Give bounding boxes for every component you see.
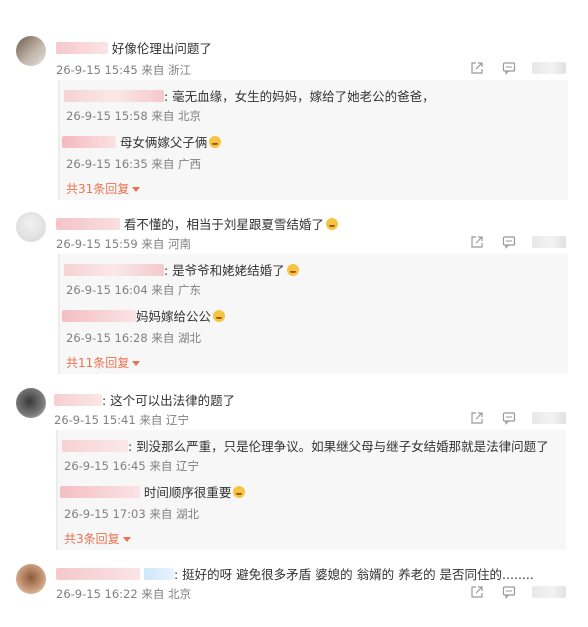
more-replies-link[interactable]: 共11条回复 [66,354,141,371]
share-icon[interactable] [470,585,484,599]
share-icon[interactable] [470,61,484,75]
username-blurred[interactable] [64,263,164,276]
comment-meta: 26-9-15 15:41 来自 辽宁 [54,413,189,427]
reply-item: 时间顺序很重要 [60,482,246,501]
avatar[interactable] [16,564,46,594]
comment-meta: 26-9-15 16:22 来自 北京 [56,587,191,601]
more-replies-link[interactable]: 共3条回复 [64,530,131,547]
comment-icon[interactable] [502,235,516,249]
avatar[interactable] [16,36,46,66]
reply-item: : 是爷爷和姥姥结婚了 [64,260,299,279]
reply-text: 妈妈嫁给公公 [136,309,212,324]
reply-item: : 到没那么严重，只是伦理争议。如果继父母与继子女结婚那就是法律问题了 [62,436,549,455]
face-emoji-icon [286,263,299,276]
reply-item: 母女俩嫁父子俩 [62,132,222,151]
caret-down-icon [122,537,131,542]
caret-down-icon [132,361,141,366]
comment-icon[interactable] [502,411,516,425]
username-blurred[interactable] [56,217,120,230]
reply-box: : 毫无血缘，女生的妈妈，嫁给了她老公的爸爸， 26-9-15 15:58 来自… [58,80,568,200]
reply-item: 妈妈嫁给公公 [62,306,226,325]
reply-text: 母女俩嫁父子俩 [119,135,208,150]
comment-icon[interactable] [502,61,516,75]
reply-item: : 毫无血缘，女生的妈妈，嫁给了她老公的爸爸， [64,86,435,105]
like-count-blurred[interactable] [532,585,566,598]
username-blurred[interactable] [56,41,108,54]
avatar[interactable] [16,212,46,242]
username-blurred[interactable] [62,309,136,322]
reply-box: : 是爷爷和姥姥结婚了 26-9-15 16:04 来自 广东 妈妈嫁给公公 2… [58,254,568,374]
comment-meta: 26-9-15 15:45 来自 浙江 [56,63,191,77]
username-blurred[interactable] [60,485,140,498]
caret-down-icon [132,187,141,192]
comment-icon[interactable] [502,585,516,599]
smile-emoji-icon [209,135,222,148]
face-emoji-icon [233,485,246,498]
laugh-emoji-icon [213,309,226,322]
avatar[interactable] [16,388,46,418]
comment-text: 好像伦理出问题了 [111,41,212,56]
reply-meta: 26-9-15 16:04 来自 广东 [66,283,201,297]
reply-meta: 26-9-15 15:58 来自 北京 [66,109,201,123]
more-replies-label: 共3条回复 [64,532,120,546]
username-blurred[interactable] [62,439,128,452]
reply-text: : 毫无血缘，女生的妈妈，嫁给了她老公的爸爸， [164,89,435,104]
like-count-blurred[interactable] [532,61,566,74]
reply-meta: 26-9-15 16:35 来自 广西 [66,157,201,171]
more-replies-label: 共11条回复 [66,356,130,370]
reply-text: : 是爷爷和姥姥结婚了 [164,263,285,278]
reply-meta: 26-9-15 16:28 来自 湖北 [66,331,201,345]
share-icon[interactable] [470,235,484,249]
username-blurred[interactable] [56,567,140,580]
comment-meta: 26-9-15 15:59 来自 河南 [56,237,191,251]
reply-meta: 26-9-15 16:45 来自 辽宁 [64,459,199,473]
comment-text: : 挺好的呀 避免很多矛盾 婆媳的 翁婿的 养老的 是否同住的........ [174,567,534,582]
more-replies-link[interactable]: 共31条回复 [66,180,141,197]
comment-text: 看不懂的，相当于刘星跟夏雪结婚了 [123,217,324,232]
more-replies-label: 共31条回复 [66,182,130,196]
share-icon[interactable] [470,411,484,425]
badge-blurred [144,567,174,580]
face-emoji-icon [325,217,338,230]
comment-text: : 这个可以出法律的题了 [102,393,236,408]
reply-text: : 到没那么严重，只是伦理争议。如果继父母与继子女结婚那就是法律问题了 [128,439,549,454]
reply-text: 时间顺序很重要 [143,485,232,500]
username-blurred[interactable] [64,89,164,102]
username-blurred[interactable] [54,393,102,406]
reply-box: : 到没那么严重，只是伦理争议。如果继父母与继子女结婚那就是法律问题了 26-9… [56,430,566,550]
like-count-blurred[interactable] [532,411,566,424]
like-count-blurred[interactable] [532,235,566,248]
username-blurred[interactable] [62,135,116,148]
reply-meta: 26-9-15 17:03 来自 湖北 [64,507,199,521]
